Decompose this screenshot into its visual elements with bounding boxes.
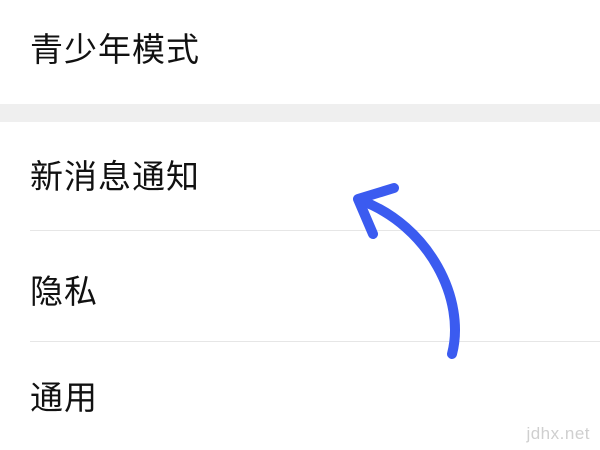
settings-item-general[interactable]: 通用 [0, 342, 600, 450]
settings-screen: 青少年模式 新消息通知 隐私 通用 jdhx.net [0, 0, 600, 450]
section-divider [0, 104, 600, 122]
settings-item-privacy[interactable]: 隐私 [0, 231, 600, 341]
settings-item-label: 新消息通知 [30, 157, 200, 196]
settings-item-youth-mode[interactable]: 青少年模式 [0, 0, 600, 104]
settings-item-new-message-notifications[interactable]: 新消息通知 [0, 122, 600, 230]
watermark-text: jdhx.net [526, 424, 590, 443]
settings-item-label: 通用 [30, 378, 98, 417]
settings-item-label: 隐私 [30, 272, 98, 311]
settings-item-label: 青少年模式 [30, 30, 200, 69]
